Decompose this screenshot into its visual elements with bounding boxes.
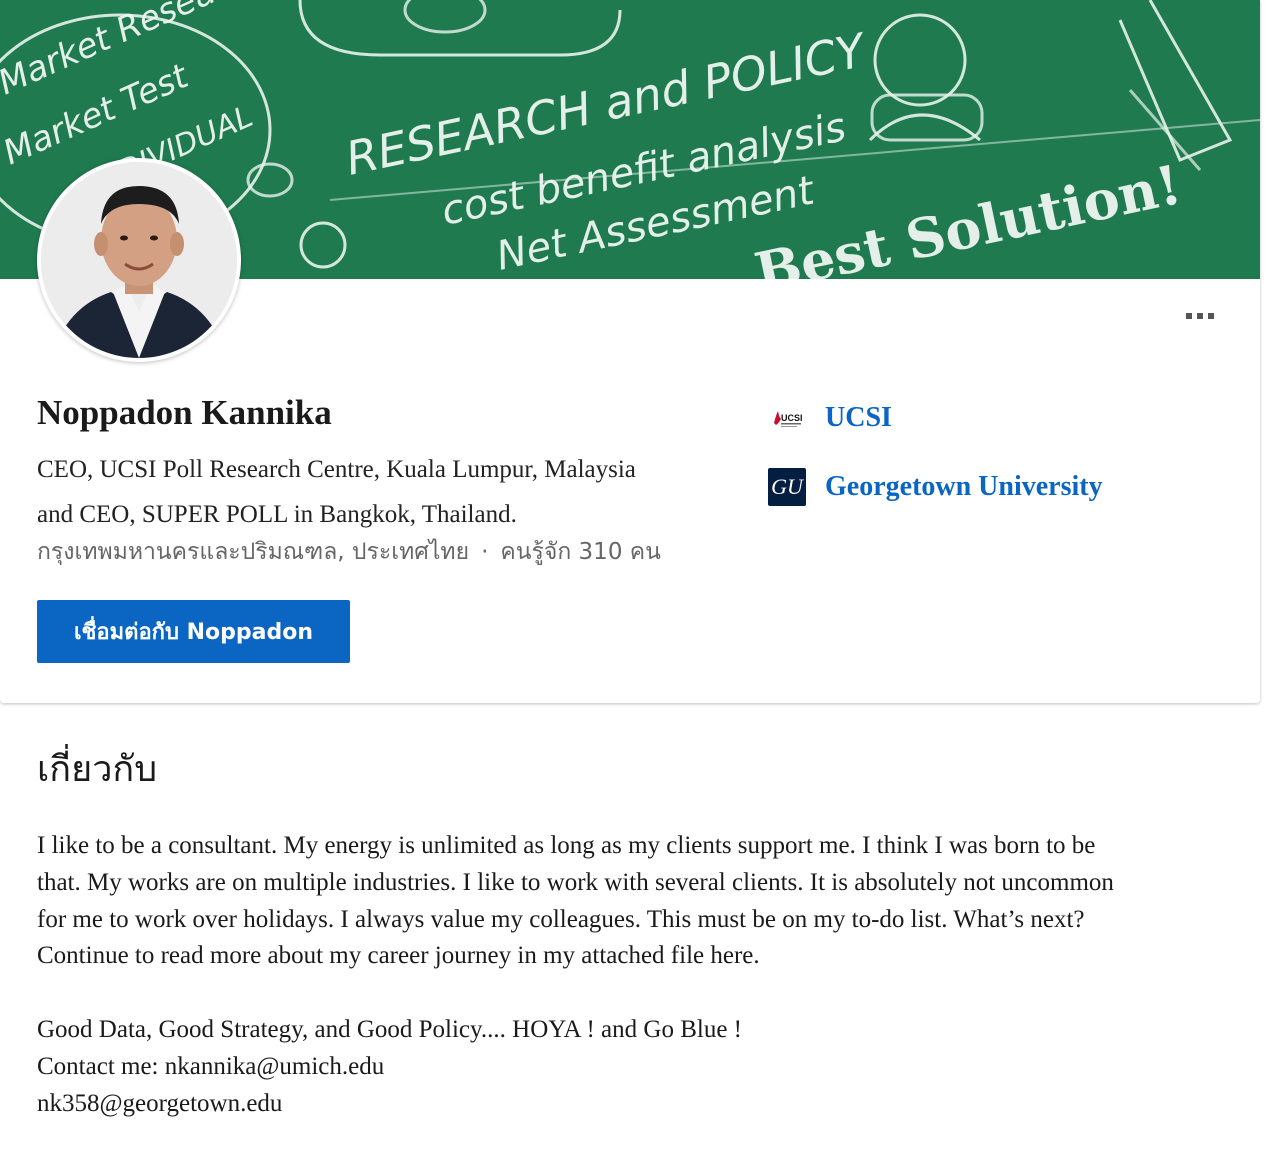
headline-line-2: and CEO, SUPER POLL in Bangkok, Thailand… — [37, 501, 517, 528]
about-line: I like to be a consultant. My energy is … — [37, 832, 1096, 859]
profile-photo — [41, 162, 237, 358]
profile-location: กรุงเทพมหานครและปริมณฑล, ประเทศไทย — [37, 539, 470, 565]
profile-name: Noppadon Kannika — [37, 393, 332, 432]
connections-count[interactable]: คนรู้จัก 310 คน — [500, 539, 661, 565]
about-section-body: I like to be a consultant. My energy is … — [37, 828, 1237, 1122]
about-line: Continue to read more about my career jo… — [37, 942, 760, 970]
separator-dot: · — [481, 539, 489, 565]
org-ucsi-name[interactable]: UCSI — [825, 402, 892, 434]
profile-avatar[interactable] — [37, 158, 241, 362]
about-line: for me to work over holidays. I always v… — [37, 905, 1085, 933]
about-line: that. My works are on multiple industrie… — [37, 868, 1114, 896]
ucsi-logo-icon: UCSI — [768, 399, 806, 437]
org-ucsi[interactable]: UCSI UCSI — [768, 399, 892, 437]
about-contact-line: nk358@georgetown.edu — [37, 1089, 283, 1117]
org-georgetown[interactable]: GU Georgetown University — [768, 468, 1103, 506]
profile-card: Market Research Market Test INDIVIDUAL R… — [0, 0, 1260, 703]
profile-headline: CEO, UCSI Poll Research Centre, Kuala Lu… — [37, 447, 737, 537]
org-georgetown-name[interactable]: Georgetown University — [825, 471, 1103, 503]
connect-button[interactable]: เชื่อมต่อกับ Noppadon — [37, 600, 350, 663]
headline-line-1: CEO, UCSI Poll Research Centre, Kuala Lu… — [37, 456, 636, 483]
about-contact-line: Contact me: nkannika@umich.edu — [37, 1052, 385, 1080]
more-options-icon[interactable] — [1180, 306, 1220, 326]
georgetown-logo-icon: GU — [768, 468, 806, 506]
svg-text:UCSI: UCSI — [781, 413, 803, 423]
location-row: กรุงเทพมหานครและปริมณฑล, ประเทศไทย · คนรู้… — [37, 534, 661, 570]
about-heading: เกี่ยวกับ — [37, 749, 158, 790]
about-line: Good Data, Good Strategy, and Good Polic… — [37, 1015, 742, 1043]
